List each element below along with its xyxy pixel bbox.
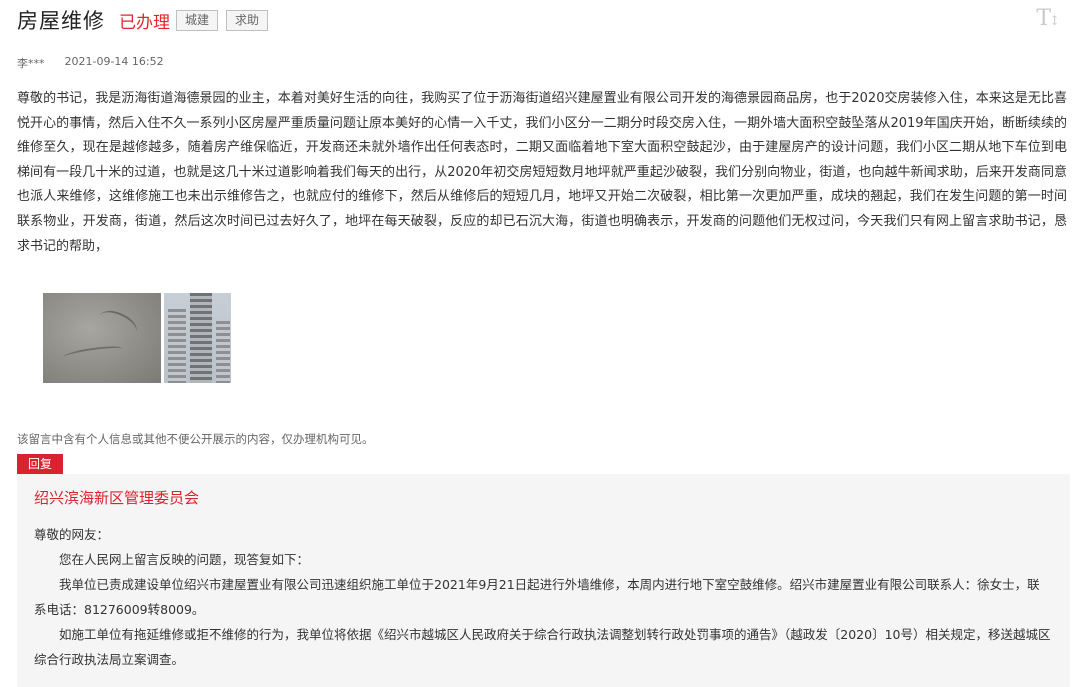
category-tag-urban[interactable]: 城建 <box>176 9 219 31</box>
font-toggle-glyph: T <box>1036 6 1051 31</box>
reply-label: 回复 <box>17 454 64 474</box>
post-datetime: 2021-09-14 16:52 <box>64 55 164 68</box>
attachment-image-cracked-floor[interactable] <box>43 293 161 383</box>
reply-section: 绍兴滨海新区管理委员会 尊敬的网友： 您在人民网上留言反映的问题，现答复如下： … <box>17 474 1070 687</box>
reply-body: 尊敬的网友： 您在人民网上留言反映的问题，现答复如下： 我单位已责成建设单位绍兴… <box>34 522 1052 672</box>
header: 房屋维修 已办理 城建 求助 <box>17 6 269 34</box>
reply-greeting: 尊敬的网友： <box>34 527 110 542</box>
reply-org-name: 绍兴滨海新区管理委员会 <box>34 489 200 507</box>
message-meta: 李*** 2021-09-14 16:52 <box>17 55 164 71</box>
message-body: 尊敬的书记，我是沥海街道海德景园的业主，本着对美好生活的向往，我购买了位于沥海街… <box>17 91 1067 254</box>
reply-paragraph: 您在人民网上留言反映的问题，现答复如下： <box>59 552 310 567</box>
building-shape <box>190 293 212 383</box>
reply-paragraph: 如施工单位有拖延维修或拒不维修的行为，我单位将依据《绍兴市越城区人民政府关于综合… <box>34 627 1051 667</box>
building-shape <box>168 309 186 383</box>
attachment-images <box>43 293 231 383</box>
page-title: 房屋维修 <box>17 9 105 33</box>
font-size-toggle-icon[interactable]: T↕ <box>1036 6 1060 31</box>
building-shape <box>216 321 230 383</box>
privacy-notice: 该留言中含有个人信息或其他不便公开展示的内容，仅办理机构可见。 <box>17 432 374 446</box>
font-toggle-arrow: ↕ <box>1049 14 1060 29</box>
reply-paragraph: 我单位已责成建设单位绍兴市建屋置业有限公司迅速组织施工单位于2021年9月21日… <box>34 577 1040 617</box>
attachment-image-buildings[interactable] <box>164 293 231 383</box>
category-tag-help[interactable]: 求助 <box>226 9 269 31</box>
status-label: 已办理 <box>119 12 170 33</box>
author-name: 李*** <box>17 57 45 70</box>
